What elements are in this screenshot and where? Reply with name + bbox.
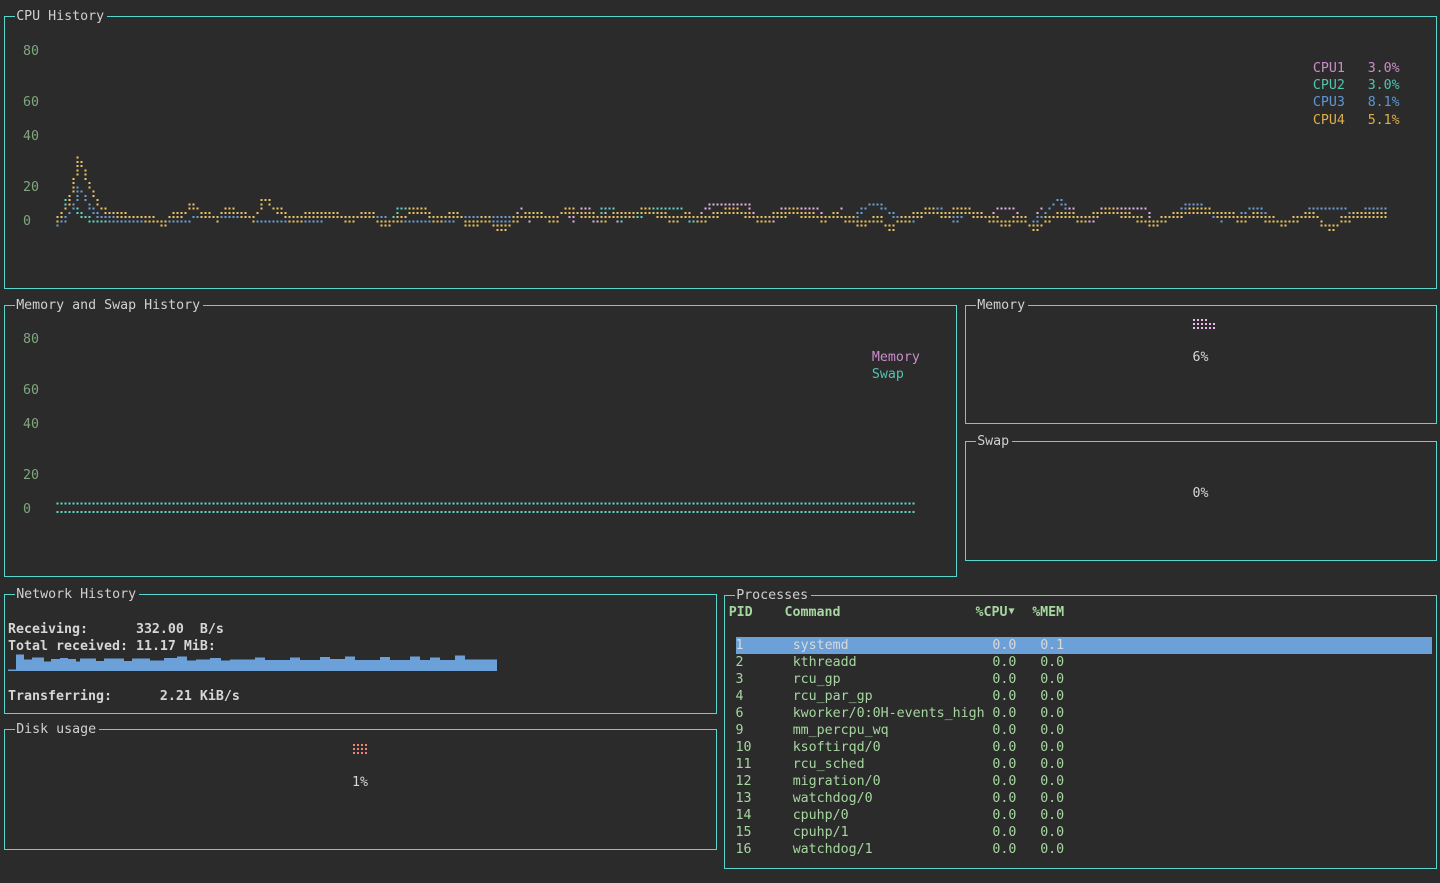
charts-layer	[0, 0, 1440, 883]
